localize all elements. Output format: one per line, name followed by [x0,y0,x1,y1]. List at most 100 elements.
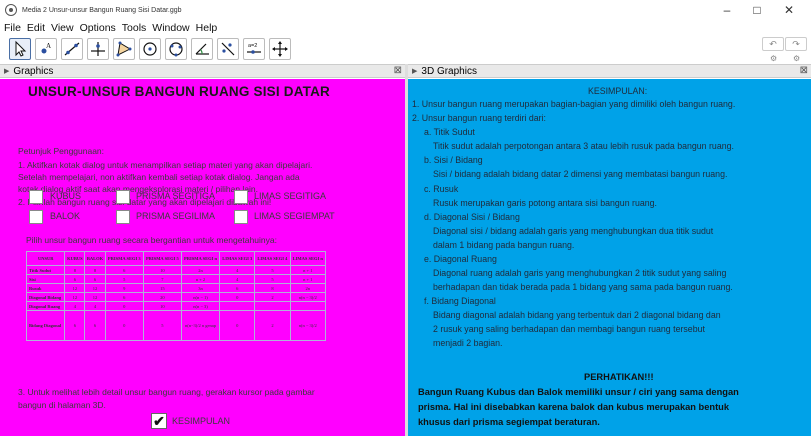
line-icon [64,42,80,56]
table-header: PRISMA SEGI 3 [104,251,144,266]
checkbox-label-limas-segiempat: LIMAS SEGIEMPAT [254,211,335,221]
graphics3d-panel-header[interactable]: ▶ 3D Graphics ⊠ [408,64,811,78]
graphics-panel-header[interactable]: ▶ Graphics ⊠ [0,64,405,78]
table-cell: n(n − 1) [180,292,221,302]
table-cell: Rusuk [25,283,66,293]
menu-view[interactable]: View [51,22,74,34]
table-cell: 2n [180,265,221,275]
move-tool-button[interactable] [9,38,31,60]
table-cell: 5 [254,274,291,284]
table-cell: 12 [64,283,86,293]
conclusion-line: 2. Unsur bangun ruang terdiri dari: [412,113,546,123]
polygon-icon [116,41,132,57]
conclusion-line: e. Diagonal Ruang [424,254,497,264]
maximize-button[interactable]: □ [746,2,768,18]
table-cell: 7 [142,274,182,284]
checkbox-balok[interactable] [29,210,43,224]
close-graphics-icon[interactable]: ⊠ [394,65,402,76]
table-header: KUBUS [64,251,86,266]
svg-text:a=2: a=2 [248,43,257,49]
table-cell: n(n−3)/2 n genap [180,310,221,341]
table-cell: 0 [104,301,144,311]
table-header: LIMAS SEGI 4 [254,251,291,266]
conclusion-line: 2 rusuk yang saling berhadapan dan memba… [433,324,705,334]
checkbox-limas-segiempat[interactable] [234,210,248,224]
angle-tool-button[interactable] [191,38,213,60]
checkbox-limas-segitiga[interactable] [234,190,248,204]
slider-tool-button[interactable]: a=2 [243,38,265,60]
svg-text:A: A [46,42,51,50]
redo-button[interactable]: ↷ [785,37,807,51]
reflect-tool-button[interactable] [217,38,239,60]
polygon-tool-button[interactable] [113,38,135,60]
toolbar: A a=2 ↶ ↷ ⚙ ⚙ [0,36,811,63]
table-cell [254,301,291,311]
table-cell: 9 [104,283,144,293]
conclusion-line: dalam 1 bidang pada bangun ruang. [433,240,575,250]
conclusion-line: Diagonal sisi / bidang adalah garis yang… [433,226,714,236]
table-header: UNSUR [25,251,66,266]
table-cell: n(n − 3) [180,301,221,311]
point-tool-button[interactable]: A [35,38,57,60]
table-cell: 4 [219,274,256,284]
table-cell: n + 1 [289,265,327,275]
move-graphics-tool-button[interactable] [269,38,291,60]
instructions-header: Petunjuk Penggunaan: [18,146,105,156]
table-header: LIMAS SEGI 3 [219,251,256,266]
collapse-triangle-icon[interactable]: ▶ [4,67,9,75]
checkbox-prisma-segilima[interactable] [116,210,130,224]
kesimpulan-title: KESIMPULAN: [588,86,648,96]
table-cell: 6 [104,292,144,302]
settings-icon[interactable]: ⚙ [793,54,800,63]
checkbox-prisma-segitiga[interactable] [116,190,130,204]
kesimpulan-checkbox[interactable]: ✔ [151,413,167,429]
slider-icon: a=2 [247,43,261,54]
table-cell: 10 [142,301,182,311]
menu-window[interactable]: Window [152,22,189,34]
page-title: UNSUR-UNSUR BANGUN RUANG SISI DATAR [28,84,330,99]
line-tool-button[interactable] [61,38,83,60]
checkbox-kubus[interactable] [29,190,43,204]
conclusion-line: Titik sudut adalah perpotongan antara 3 … [433,141,734,151]
close-graphics3d-icon[interactable]: ⊠ [800,65,808,76]
perhatikan-line: khusus dari prisma segiempat beraturan. [418,417,600,427]
help-icon[interactable]: ⚙ [770,54,777,63]
instruction-line: Setelah mempelajari, non aktifkan kembal… [18,172,300,182]
circle-tool-button[interactable] [139,38,161,60]
perhatikan-title: PERHATIKAN!!! [584,372,654,382]
menu-bar: File Edit View Options Tools Window Help [0,20,811,35]
minimize-button[interactable]: – [716,2,738,18]
menu-file[interactable]: File [4,22,21,34]
perpendicular-tool-button[interactable] [87,38,109,60]
angle-icon [195,43,209,55]
undo-button[interactable]: ↶ [762,37,784,51]
table-row: Diagonal Ruang 4 4 0 10 n(n − 3) [25,301,327,311]
step3-line: 3. Untuk melihat lebih detail unsur bang… [18,387,315,397]
table-header: BALOK [84,251,106,266]
ellipse-tool-button[interactable] [165,38,187,60]
checkbox-label-prisma-segilima: PRISMA SEGILIMA [136,211,216,221]
move-arrows-icon [272,41,288,57]
collapse-triangle-icon[interactable]: ▶ [412,67,417,75]
menu-edit[interactable]: Edit [27,22,45,34]
table-cell: 4 [64,301,86,311]
table-cell: 6 [104,265,144,275]
menu-options[interactable]: Options [80,22,116,34]
table-cell: 2n [289,283,327,293]
table-cell: 5 [104,274,144,284]
checkbox-label-balok: BALOK [50,211,81,221]
elements-table: UNSUR KUBUS BALOK PRISMA SEGI 3 PRISMA S… [25,251,327,341]
point-icon: A [41,42,51,54]
table-header: PRISMA SEGI 5 [142,251,182,266]
table-cell [219,301,256,311]
table-cell: 3n [180,283,221,293]
cursor-arrow-icon [15,40,27,57]
table-cell: 0 [219,310,256,341]
reflect-line-icon [221,42,235,56]
table-cell: 6 [64,310,86,341]
close-button[interactable]: ✕ [778,2,800,18]
menu-tools[interactable]: Tools [122,22,147,34]
table-cell: n + 1 [289,274,327,284]
menu-help[interactable]: Help [196,22,218,34]
table-cell: 5 [254,265,291,275]
